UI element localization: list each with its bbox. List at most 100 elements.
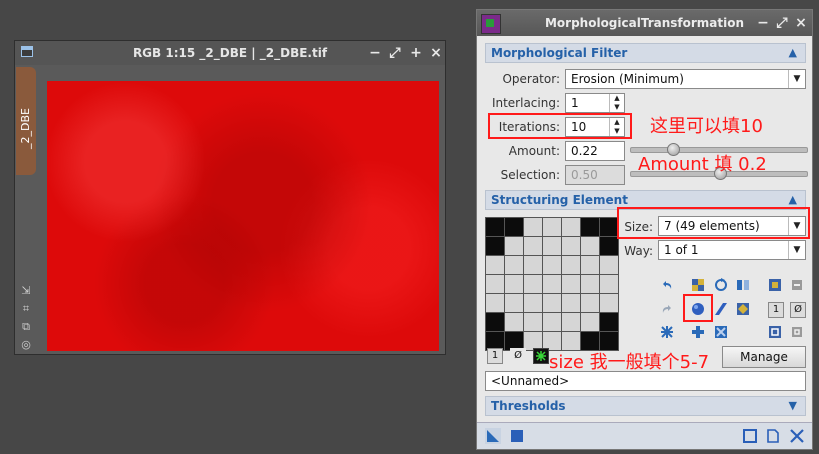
spin-arrows-icon[interactable]: ▲ ▼ xyxy=(609,94,624,112)
structure-cell[interactable] xyxy=(524,256,542,274)
reset-icon[interactable] xyxy=(790,429,804,443)
structure-cell[interactable] xyxy=(581,313,599,331)
x-structure-icon[interactable] xyxy=(714,325,728,339)
structuring-element-grid[interactable] xyxy=(485,217,619,351)
structure-cell[interactable] xyxy=(543,237,561,255)
fill-pattern-icon[interactable] xyxy=(691,278,705,292)
structure-cell[interactable] xyxy=(505,218,523,236)
structure-cell[interactable] xyxy=(581,294,599,312)
structure-cell[interactable] xyxy=(524,237,542,255)
structure-cell[interactable] xyxy=(505,294,523,312)
maximize-icon[interactable]: + xyxy=(408,45,424,61)
edit-instance-icon[interactable] xyxy=(766,429,780,443)
structure-cell[interactable] xyxy=(600,313,618,331)
structure-cell[interactable] xyxy=(486,275,504,293)
structure-cell[interactable] xyxy=(581,256,599,274)
collapse-icon[interactable]: ▲ xyxy=(789,46,797,59)
all-ones-button[interactable]: 1 xyxy=(487,348,503,364)
structure-cell[interactable] xyxy=(543,275,561,293)
structure-cell[interactable] xyxy=(543,218,561,236)
new-instance-icon[interactable] xyxy=(485,428,501,444)
structure-cell[interactable] xyxy=(581,218,599,236)
structure-cell[interactable] xyxy=(543,294,561,312)
structure-cell[interactable] xyxy=(600,294,618,312)
structure-cell[interactable] xyxy=(600,275,618,293)
amount-field[interactable]: 0.22 xyxy=(565,141,625,161)
structure-cell[interactable] xyxy=(505,313,523,331)
cross-structure-icon[interactable] xyxy=(691,325,705,339)
process-titlebar[interactable]: MorphologicalTransformation − ⤢ × xyxy=(477,10,812,36)
structure-name-value: <Unnamed> xyxy=(491,374,570,388)
apply-icon[interactable] xyxy=(510,429,524,443)
fit-view-icon[interactable]: ⌗ xyxy=(20,303,32,315)
structure-cell[interactable] xyxy=(562,237,580,255)
diamond-structure-icon[interactable] xyxy=(736,302,750,316)
export-icon[interactable] xyxy=(790,325,804,339)
copy-icon[interactable]: ⧉ xyxy=(20,321,32,333)
view-id-tab[interactable]: _2_DBE xyxy=(16,67,36,175)
structure-cell[interactable] xyxy=(562,294,580,312)
redo-icon[interactable] xyxy=(660,302,674,316)
section-thresholds[interactable]: Thresholds ▼ xyxy=(485,396,806,416)
structure-cell[interactable] xyxy=(562,313,580,331)
section-morphological-filter[interactable]: Morphological Filter ▲ xyxy=(485,43,806,63)
image-window-titlebar[interactable]: RGB 1:15 _2_DBE | _2_DBE.tif − ⤢ + × xyxy=(15,41,445,65)
structure-cell[interactable] xyxy=(486,237,504,255)
way-select[interactable]: 1 of 1 ▼ xyxy=(658,240,806,260)
structure-cell[interactable] xyxy=(486,294,504,312)
structure-cell[interactable] xyxy=(562,275,580,293)
structure-cell[interactable] xyxy=(524,313,542,331)
structure-cell[interactable] xyxy=(600,237,618,255)
collapse-icon[interactable]: ▲ xyxy=(789,193,797,206)
zoom-fit-icon[interactable]: ⇲ xyxy=(20,285,32,297)
size-annotation: size 我一般填个5-7 xyxy=(549,352,710,373)
structure-cell[interactable] xyxy=(524,294,542,312)
all-zeros-button[interactable]: Ø xyxy=(510,348,526,364)
close-icon[interactable]: × xyxy=(428,45,444,61)
shade-icon[interactable]: ⤢ xyxy=(774,15,790,31)
structure-cell[interactable] xyxy=(543,313,561,331)
structure-cell[interactable] xyxy=(600,256,618,274)
clear-icon[interactable] xyxy=(790,278,804,292)
structure-cell[interactable] xyxy=(505,275,523,293)
import-icon[interactable] xyxy=(768,325,782,339)
close-icon[interactable]: × xyxy=(793,15,809,31)
minimize-icon[interactable]: − xyxy=(755,15,771,31)
preview-icon[interactable] xyxy=(743,429,757,443)
structure-cell[interactable] xyxy=(581,275,599,293)
structure-cell[interactable] xyxy=(543,256,561,274)
structure-name-field[interactable]: <Unnamed> xyxy=(485,371,806,391)
undo-icon[interactable] xyxy=(660,278,674,292)
manage-button[interactable]: Manage xyxy=(722,346,806,368)
structure-cell[interactable] xyxy=(524,218,542,236)
structure-cell[interactable] xyxy=(524,275,542,293)
structure-cell[interactable] xyxy=(562,218,580,236)
grid-toggle-icon[interactable] xyxy=(533,348,549,364)
set-one-button[interactable]: 1 xyxy=(768,302,784,318)
star-structure-icon[interactable] xyxy=(660,325,674,339)
image-window[interactable]: RGB 1:15 _2_DBE | _2_DBE.tif − ⤢ + × _2_… xyxy=(14,40,446,355)
minimize-icon[interactable]: − xyxy=(367,45,383,61)
invert-icon[interactable] xyxy=(768,278,782,292)
diagonal-structure-icon[interactable] xyxy=(714,302,728,316)
structure-cell[interactable] xyxy=(486,313,504,331)
expand-icon[interactable]: ▼ xyxy=(789,399,797,412)
structure-cell[interactable] xyxy=(562,256,580,274)
set-zero-button[interactable]: Ø xyxy=(790,302,806,318)
structure-cell[interactable] xyxy=(486,256,504,274)
structure-cell[interactable] xyxy=(600,218,618,236)
shade-icon[interactable]: ⤢ xyxy=(387,45,403,61)
interlacing-spinbox[interactable]: 1 ▲ ▼ xyxy=(565,93,625,113)
rotate-icon[interactable] xyxy=(714,278,728,292)
image-canvas[interactable] xyxy=(47,81,439,351)
structure-cell[interactable] xyxy=(486,218,504,236)
interlacing-value: 1 xyxy=(571,96,579,110)
structure-cell[interactable] xyxy=(505,237,523,255)
operator-select[interactable]: Erosion (Minimum) ▼ xyxy=(565,69,806,89)
structure-cell[interactable] xyxy=(581,237,599,255)
structure-cell[interactable] xyxy=(505,256,523,274)
section-title: Morphological Filter xyxy=(491,46,628,60)
size-highlight-box xyxy=(617,207,810,239)
target-icon[interactable]: ◎ xyxy=(20,339,32,351)
flip-icon[interactable] xyxy=(736,278,750,292)
